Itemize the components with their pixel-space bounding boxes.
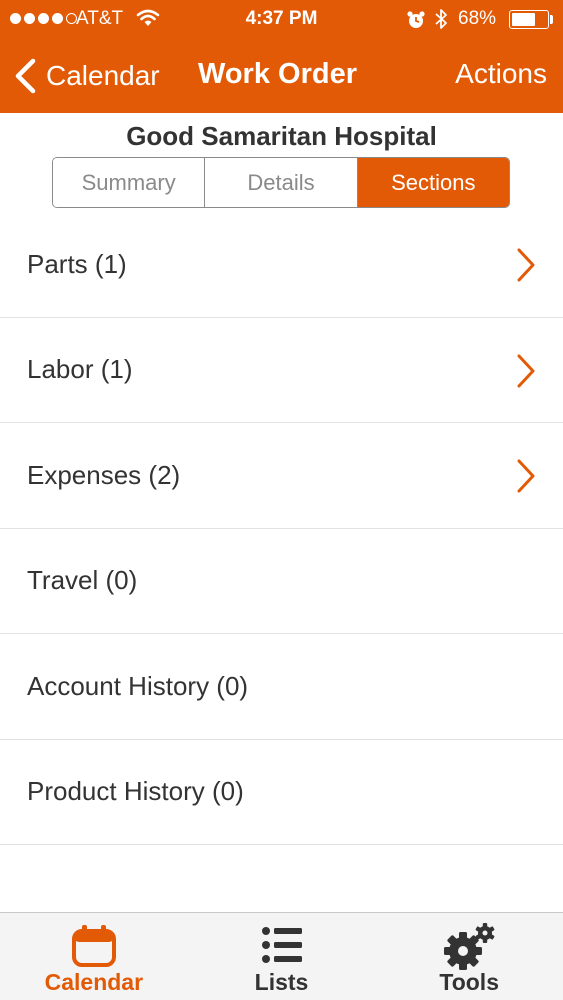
- battery-nub: [550, 15, 553, 24]
- section-row-label: Labor (1): [27, 354, 133, 385]
- section-row-product-history[interactable]: Product History (0): [0, 740, 563, 845]
- chevron-right-icon: [517, 248, 535, 282]
- section-row-label: Product History (0): [27, 776, 244, 807]
- section-row-label: Parts (1): [27, 248, 127, 279]
- actions-button[interactable]: Actions: [455, 58, 547, 90]
- tab-lists[interactable]: Lists: [188, 913, 376, 1000]
- back-button-label: Calendar: [46, 60, 160, 91]
- segment-summary[interactable]: Summary: [53, 158, 205, 207]
- page-title: Work Order: [198, 58, 358, 90]
- calendar-icon: [71, 925, 116, 967]
- battery-level-fill: [512, 13, 536, 26]
- back-button[interactable]: Calendar: [12, 56, 160, 96]
- tab-calendar[interactable]: Calendar: [0, 913, 188, 1000]
- tab-tools[interactable]: Tools: [375, 913, 563, 1000]
- header: AT&T 4:37 PM 68% Calendar Work Order Act…: [0, 0, 563, 113]
- alarm-icon: [407, 11, 425, 28]
- tab-label: Tools: [439, 969, 499, 995]
- section-row-travel[interactable]: Travel (0): [0, 529, 563, 634]
- battery-icon: [509, 10, 549, 29]
- section-row-label: Expenses (2): [27, 459, 181, 490]
- tab-bar: Calendar Lists Tools: [0, 912, 563, 1000]
- gears-icon: [444, 923, 495, 970]
- bluetooth-icon: [435, 9, 447, 29]
- section-row-label: Travel (0): [27, 565, 138, 596]
- nav-bar: Calendar Work Order Actions: [0, 40, 563, 113]
- hospital-name: Good Samaritan Hospital: [126, 121, 437, 151]
- section-row-expenses[interactable]: Expenses (2): [0, 423, 563, 529]
- section-row-parts[interactable]: Parts (1): [0, 212, 563, 318]
- segment-sections[interactable]: Sections: [356, 158, 509, 207]
- segmented-control: Summary Details Sections: [52, 157, 510, 208]
- sections-list: Parts (1) Labor (1) Expenses (2) Travel …: [0, 212, 563, 845]
- tab-label: Lists: [254, 969, 309, 995]
- tab-label: Calendar: [44, 969, 144, 995]
- chevron-right-icon: [517, 459, 535, 493]
- section-row-label: Account History (0): [27, 670, 249, 701]
- battery-percent: 68%: [458, 8, 497, 29]
- list-icon: [261, 927, 302, 963]
- section-row-account-history[interactable]: Account History (0): [0, 634, 563, 740]
- section-row-labor[interactable]: Labor (1): [0, 318, 563, 423]
- chevron-right-icon: [517, 354, 535, 387]
- segment-details[interactable]: Details: [204, 158, 357, 207]
- status-bar: AT&T 4:37 PM 68%: [0, 0, 563, 40]
- chevron-left-icon: [15, 58, 36, 94]
